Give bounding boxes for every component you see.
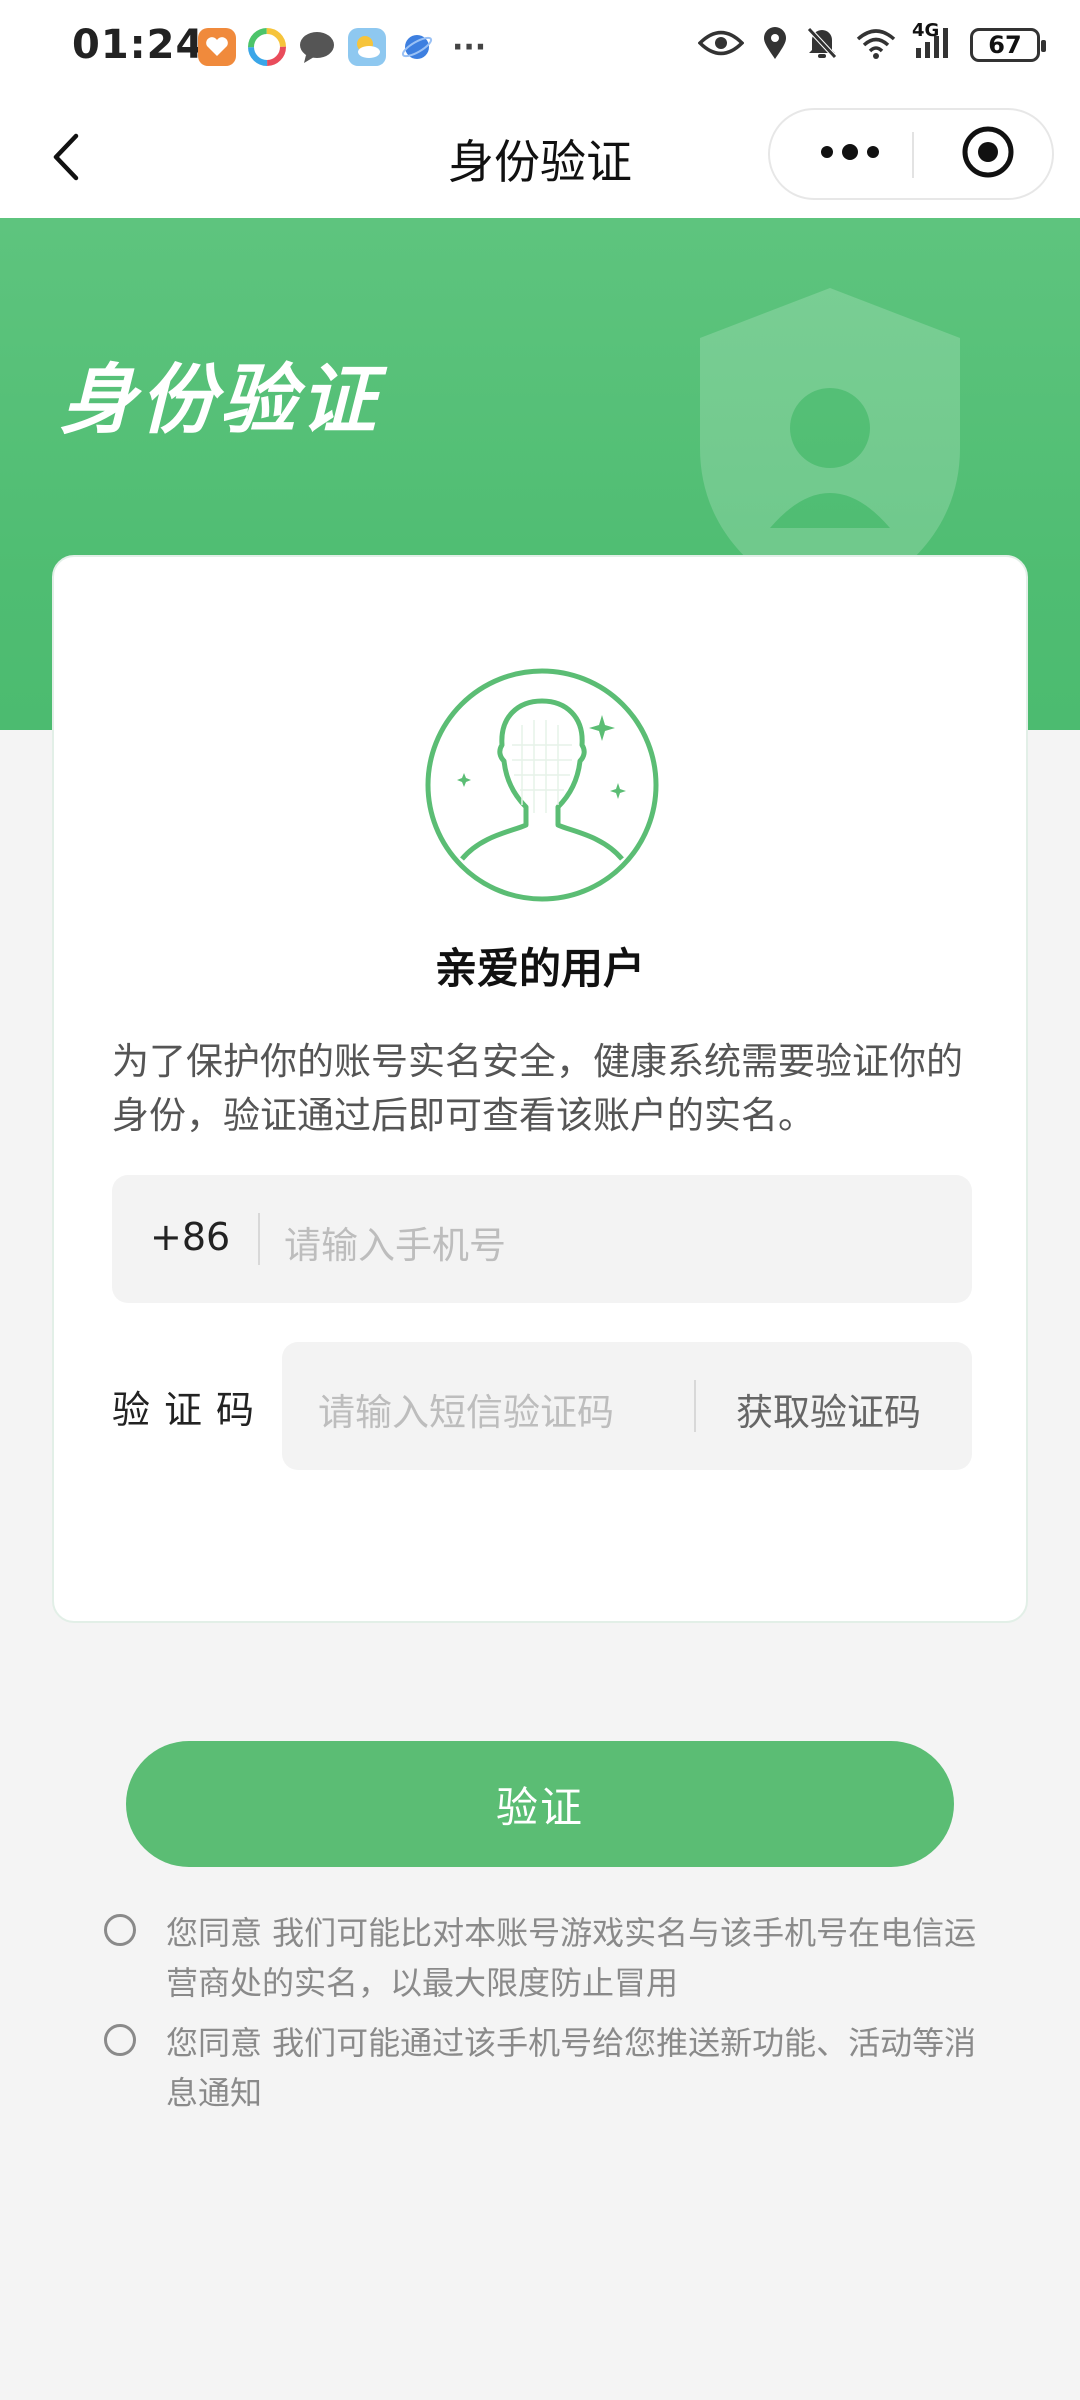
more-dots-icon: [819, 144, 881, 164]
agreement-radio[interactable]: [104, 1914, 136, 1946]
status-time: 01:24: [72, 22, 205, 68]
phone-input[interactable]: 请输入手机号: [284, 1215, 506, 1269]
country-code[interactable]: +86: [150, 1215, 230, 1259]
status-icons: 4G 67: [697, 20, 1046, 64]
verification-description: 为了保护你的账号实名安全，健康系统需要验证你的身份，验证通过后即可查看该账户的实…: [112, 1040, 963, 1137]
agreement-radio[interactable]: [104, 2024, 136, 2056]
phone-field[interactable]: +86 请输入手机号: [112, 1175, 972, 1303]
verification-card: 亲爱的用户 为了保护你的账号实名安全，健康系统需要验证你的身份，验证通过后即可查…: [52, 555, 1028, 1623]
more-notifications: ···: [452, 29, 487, 65]
signal-icon: 4G: [912, 20, 952, 64]
code-label: 验证码: [112, 1388, 269, 1432]
location-icon: [762, 26, 788, 64]
user-avatar-icon: [422, 665, 662, 905]
sms-code-field: 请输入短信验证码 获取验证码: [282, 1342, 972, 1470]
get-code-button[interactable]: 获取验证码: [736, 1382, 921, 1436]
mute-icon: [806, 26, 838, 64]
phone-divider: [258, 1213, 260, 1265]
weather-app-icon: [348, 28, 386, 66]
app-notification-icon: [198, 28, 236, 66]
wifi-icon: [856, 27, 896, 63]
mini-program-capsule: [768, 108, 1054, 200]
greeting-title: 亲爱的用户: [434, 944, 645, 993]
browser-app-icon: [398, 28, 436, 66]
code-divider: [694, 1380, 696, 1432]
notification-icons: ···: [198, 28, 486, 66]
agreement-text: 您同意 我们可能比对本账号游戏实名与该手机号在电信运营商处的实名，以最大限度防止…: [166, 1914, 977, 2002]
network-type: 4G: [912, 20, 940, 41]
battery-indicator: 67: [970, 28, 1046, 62]
close-button[interactable]: [938, 110, 1038, 198]
eye-icon: [697, 28, 745, 62]
nav-bar: 身份验证: [0, 100, 1080, 218]
target-close-icon: [960, 124, 1016, 184]
pinwheel-app-icon: [248, 28, 286, 66]
status-bar: 01:24 ··· 4G 67: [0, 0, 1080, 100]
verify-button[interactable]: 验证: [126, 1741, 954, 1867]
agreement-text: 您同意 我们可能通过该手机号给您推送新功能、活动等消息通知: [166, 2024, 977, 2112]
banner-title: 身份验证: [60, 355, 380, 444]
chat-app-icon: [298, 28, 336, 66]
sms-code-input[interactable]: 请输入短信验证码: [318, 1382, 614, 1436]
battery-level: 67: [988, 31, 1022, 59]
capsule-divider: [912, 132, 914, 178]
more-button[interactable]: [800, 110, 900, 198]
